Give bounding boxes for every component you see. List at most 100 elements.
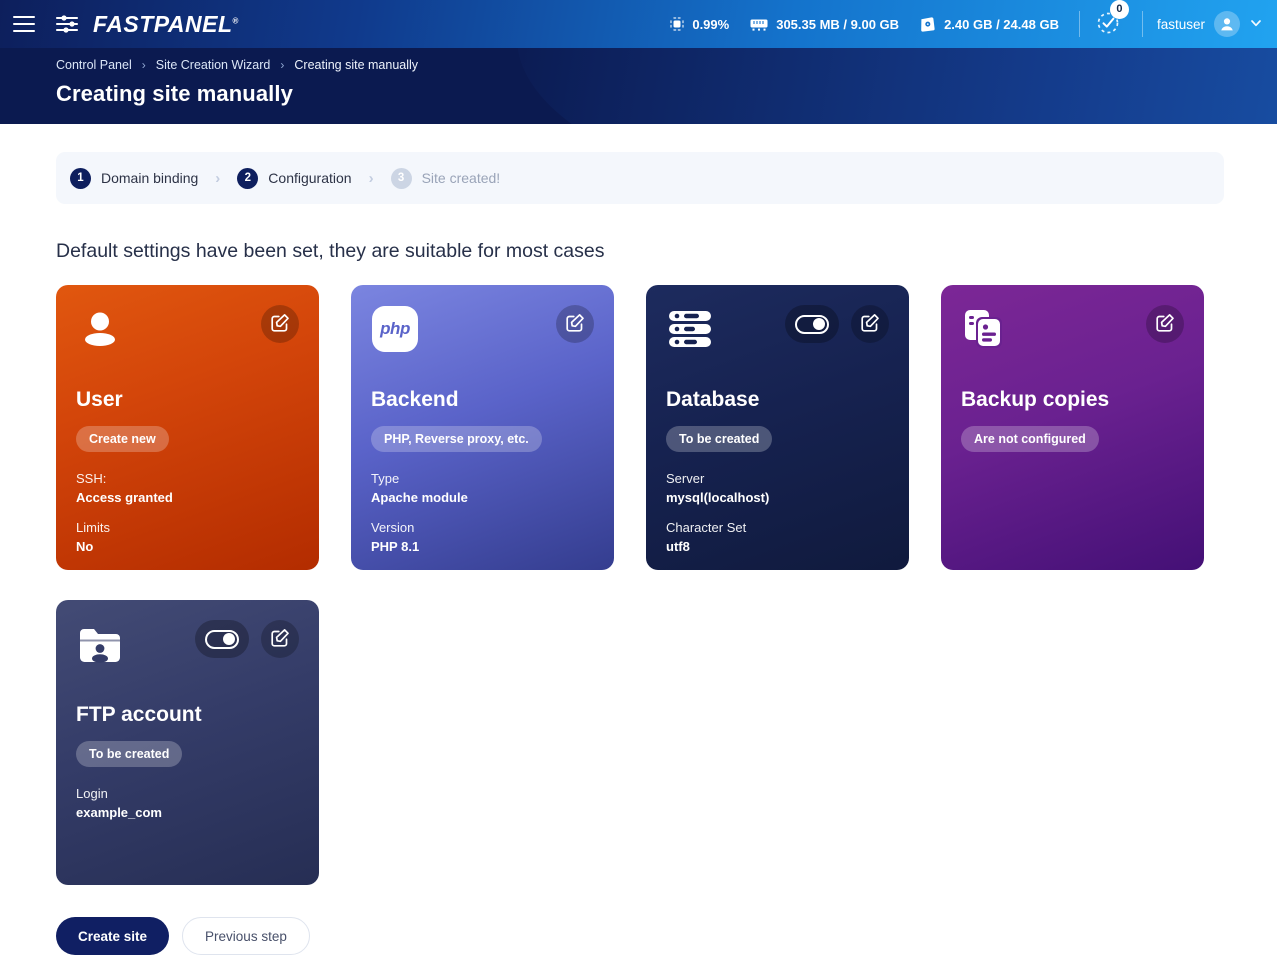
step-label: Domain binding: [101, 170, 199, 186]
card-actions: [261, 305, 299, 343]
breadcrumb-item-site-creation-wizard[interactable]: Site Creation Wizard: [156, 58, 271, 72]
detail-key: Character Set: [666, 519, 747, 535]
breadcrumb-item-control-panel[interactable]: Control Panel: [56, 58, 132, 72]
step-configuration[interactable]: 2 Configuration: [237, 167, 352, 189]
previous-step-button[interactable]: Previous step: [182, 917, 310, 955]
edit-backend-button[interactable]: [556, 305, 594, 343]
card-database[interactable]: Database To be created Server mysql(loca…: [646, 285, 909, 570]
chevron-down-icon[interactable]: [1249, 16, 1263, 33]
card-backend[interactable]: php Backend PHP, Reverse proxy, etc. Typ…: [351, 285, 614, 570]
step-number: 3: [390, 167, 412, 189]
card-title: Database: [666, 388, 760, 411]
card-details: SSH: Access granted Limits No: [76, 470, 299, 556]
breadcrumb-item-current: Creating site manually: [294, 58, 419, 72]
breadcrumb-separator-icon: ›: [141, 58, 146, 72]
detail-key: Type: [371, 471, 400, 486]
detail-key: Limits: [76, 519, 110, 535]
card-actions: [1146, 305, 1184, 343]
detail-row: Type Apache module: [371, 470, 594, 508]
toggle-switch-on: [205, 629, 239, 649]
database-enable-toggle[interactable]: [785, 305, 839, 343]
edit-backup-button[interactable]: [1146, 305, 1184, 343]
breadcrumb-separator-icon: ›: [280, 58, 285, 72]
toggle-switch-on: [795, 314, 829, 334]
edit-pencil-icon: [270, 313, 290, 336]
card-actions: [785, 305, 889, 343]
card-backup-copies[interactable]: Backup copies Are not configured: [941, 285, 1204, 570]
main-content: 1 Domain binding › 2 Configuration › 3 S…: [0, 124, 1277, 955]
card-actions: [195, 620, 299, 658]
hamburger-menu-icon[interactable]: [13, 16, 35, 32]
edit-database-button[interactable]: [851, 305, 889, 343]
card-user[interactable]: User Create new SSH: Access granted Limi…: [56, 285, 319, 570]
detail-value: PHP 8.1: [371, 538, 420, 554]
card-header: [666, 305, 889, 355]
logo-wordmark: FASTPANEL®: [93, 10, 239, 37]
detail-row: Version PHP 8.1: [371, 519, 594, 557]
server-stats: 0.99% 305.35 MB / 9.00 GB 2.40 GB / 24.4…: [669, 0, 1277, 48]
card-status-badge: To be created: [76, 741, 183, 767]
create-site-button[interactable]: Create site: [56, 917, 170, 955]
divider: [1141, 11, 1143, 37]
breadcrumb: Control Panel › Site Creation Wizard › C…: [56, 58, 1277, 72]
logo-trademark: ®: [232, 15, 239, 25]
cpu-icon: [669, 16, 685, 32]
step-label: Configuration: [268, 170, 352, 186]
card-title: User: [76, 388, 123, 411]
tasks-button[interactable]: 0: [1094, 0, 1129, 42]
card-details: Type Apache module Version PHP 8.1: [371, 470, 594, 556]
card-status-badge: To be created: [666, 426, 773, 452]
detail-row: SSH: Access granted: [76, 470, 299, 508]
person-icon: [76, 305, 124, 353]
card-title: Backup copies: [961, 388, 1110, 411]
card-ftp-account[interactable]: FTP account To be created Login example_…: [56, 600, 319, 885]
database-server-icon: [666, 305, 714, 353]
user-avatar-icon: [1214, 11, 1240, 37]
step-number: 1: [70, 167, 91, 189]
toggle-knob: [813, 318, 825, 330]
stat-cpu[interactable]: 0.99%: [669, 16, 729, 32]
detail-value: utf8: [666, 538, 690, 554]
ram-icon: [749, 16, 769, 32]
card-details: Server mysql(localhost) Character Set ut…: [666, 470, 889, 556]
page-header: Control Panel › Site Creation Wizard › C…: [0, 48, 1277, 124]
disk-icon: [919, 16, 937, 32]
wizard-actions: Create site Previous step: [56, 917, 1277, 955]
tasks-count-badge: 0: [1109, 0, 1129, 19]
edit-ftp-button[interactable]: [261, 620, 299, 658]
wizard-stepper: 1 Domain binding › 2 Configuration › 3 S…: [56, 152, 1224, 204]
card-status-badge: Create new: [76, 426, 169, 452]
card-header: [961, 305, 1184, 355]
step-domain-binding[interactable]: 1 Domain binding: [70, 167, 199, 189]
ftp-enable-toggle[interactable]: [195, 620, 249, 658]
fastpanel-logo[interactable]: FASTPANEL®: [55, 11, 239, 38]
card-header: [76, 620, 299, 670]
card-header: [76, 305, 299, 355]
cpu-value: 0.99%: [692, 16, 730, 32]
php-logo-text: php: [372, 306, 418, 352]
top-navigation-bar: FASTPANEL® 0.99% 305.35 MB / 9.00 GB 2.4…: [0, 0, 1277, 48]
php-logo-icon: php: [371, 305, 419, 353]
detail-key: Server: [666, 471, 705, 486]
detail-value: Access granted: [76, 489, 173, 505]
step-separator-icon: ›: [368, 169, 374, 187]
card-actions: [556, 305, 594, 343]
edit-pencil-icon: [1155, 313, 1175, 336]
detail-value: No: [76, 538, 94, 554]
backup-copies-icon: [961, 305, 1009, 353]
user-menu[interactable]: fastuser: [1157, 11, 1263, 37]
stat-ram[interactable]: 305.35 MB / 9.00 GB: [749, 16, 899, 32]
user-name: fastuser: [1156, 16, 1205, 32]
edit-pencil-icon: [860, 313, 880, 336]
stat-disk[interactable]: 2.40 GB / 24.48 GB: [919, 16, 1059, 32]
detail-value: Apache module: [371, 489, 468, 505]
page-title: Creating site manually: [56, 81, 293, 106]
card-title: FTP account: [76, 703, 202, 726]
edit-pencil-icon: [270, 628, 290, 651]
step-site-created: 3 Site created!: [390, 167, 500, 189]
detail-row: Character Set utf8: [666, 519, 889, 557]
sliders-logo-icon: [55, 13, 85, 35]
edit-user-button[interactable]: [261, 305, 299, 343]
card-header: php: [371, 305, 594, 355]
detail-row: Login example_com: [76, 785, 299, 823]
